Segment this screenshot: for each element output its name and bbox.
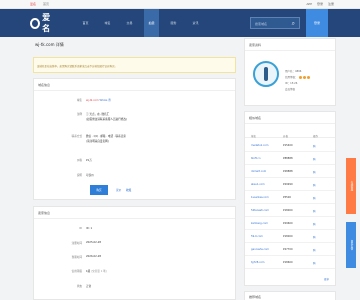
similar-domains-card: 相似域名 域名 价格 操作 medatu1.com ¥15400 购 tkoft.cn…	[244, 111, 336, 286]
buy-button[interactable]: 购买	[90, 185, 108, 195]
price-cell: ¥29600	[283, 222, 293, 225]
nav-menu: 首页 域名 交易 拍卖 服务 资讯	[78, 9, 210, 37]
login-button[interactable]: 登录	[306, 9, 328, 37]
online-service-button[interactable]: 在线客服	[346, 158, 356, 214]
contact-links[interactable]: 微信 · QQ · 邮箱 · 电话 · 联系卖家	[86, 134, 126, 138]
coin-icon	[298, 75, 302, 79]
nav-item[interactable]: 首页	[78, 9, 93, 37]
domain-cell[interactable]: tg728.com	[251, 261, 264, 264]
table-row[interactable]: aksu1.com ¥29999 购	[245, 179, 335, 191]
query-link[interactable]: 查	[108, 99, 111, 102]
seller-info-card: 卖家信息 ID ID: 1 注册时间 2025-02-28 到期时间 2026-…	[33, 206, 236, 300]
action-cell[interactable]: 购	[313, 170, 316, 174]
price-cell: ¥5500	[283, 196, 291, 199]
domain-name: wj-tk.com	[86, 99, 99, 102]
action-cell[interactable]: 购	[313, 209, 316, 213]
price-cell: ¥18000	[283, 209, 293, 212]
user-details: 用户名：4896 信用等级： ID：15:26 会员等级	[285, 69, 310, 93]
whois-link[interactable]: Whois	[100, 99, 108, 102]
coin-icon	[302, 75, 306, 79]
coin-icon	[306, 75, 310, 79]
top-bar: 爱名 首页 APP 登录 注册	[0, 0, 360, 9]
price-cell: ¥18600	[283, 261, 293, 264]
domain-cell[interactable]: dxmart.com	[251, 170, 266, 173]
action-cell[interactable]: 购	[313, 248, 316, 252]
action-cell[interactable]: 购	[313, 235, 316, 239]
price-cell: ¥18000	[283, 235, 293, 238]
table-header: 域名 价格 操作	[245, 130, 335, 138]
card-title: 卖家资料	[249, 43, 262, 47]
domain-cell[interactable]: medatu1.com	[251, 144, 268, 147]
search-placeholder: 搜索域名	[255, 22, 268, 26]
card-title: 推荐域名	[249, 295, 262, 299]
nav-item[interactable]: 资讯	[188, 9, 203, 37]
table-row[interactable]: 59-0.com ¥18000 购	[245, 231, 335, 243]
action-cell[interactable]: 购	[313, 261, 316, 265]
domain-info-card: 域名信息 域名 wj-tk.com Whois 查 注释 ⓘ 光点，在, 微名汇…	[33, 78, 236, 200]
logo-text: 爱名	[42, 13, 51, 33]
site-logo[interactable]: 爱名	[30, 13, 56, 33]
bargain-link[interactable]: 议价	[116, 188, 121, 192]
seller-profile-card: 卖家资料 用户名：4896 信用等级： ID：15:26 会员等级	[244, 38, 336, 106]
domain-cell[interactable]: 1userkaa.com	[251, 196, 269, 199]
action-cell[interactable]: 购	[313, 144, 316, 148]
domain-cell[interactable]: 52tanasti.com	[251, 209, 269, 212]
favorite-link[interactable]: 收藏	[126, 188, 131, 192]
table-row[interactable]: gancashs.com ¥27700 购	[245, 244, 335, 256]
search-input[interactable]: 搜索域名 ⌕	[250, 17, 300, 29]
price-value: ¥1万	[86, 159, 92, 162]
domain-cell[interactable]: tkoft.cn	[251, 157, 260, 160]
card-title: 卖家信息	[38, 211, 51, 215]
table-row[interactable]: medatu1.com ¥15400 购	[245, 140, 335, 152]
login-link[interactable]: 登录	[317, 2, 323, 6]
table-row[interactable]: tg728.com ¥18600 购	[245, 257, 335, 269]
nav-item[interactable]: 交易	[122, 9, 137, 37]
table-row[interactable]: 1userkaa.com ¥5500 购	[245, 192, 335, 204]
price-cell: ¥15400	[283, 144, 293, 147]
price-cell: ¥27700	[283, 248, 293, 251]
action-cell[interactable]: 购	[313, 157, 316, 161]
top-link-index[interactable]: 首页	[43, 2, 49, 6]
table-row[interactable]: tkoft.cn ¥88888 购	[245, 153, 335, 165]
register-link[interactable]: 注册	[328, 2, 334, 6]
table-row[interactable]: dxmart.com ¥28888 购	[245, 166, 335, 178]
action-cell[interactable]: 购	[313, 222, 316, 226]
domain-cell[interactable]: 59-0.com	[251, 235, 263, 238]
notice-text: 该域名正在出售中，如需购买请联系卖家或点击下方按钮进行议价购买。	[37, 65, 118, 68]
price-cell: ¥29999	[283, 183, 293, 186]
domain-cell[interactable]: kamlang.com	[251, 222, 268, 225]
price-cell: ¥88888	[283, 157, 293, 160]
action-cell[interactable]: 购	[313, 196, 316, 200]
domain-cell[interactable]: aksu1.com	[251, 183, 265, 186]
avatar	[253, 61, 279, 87]
card-title: 域名信息	[38, 83, 51, 87]
top-links: 爱名 首页	[30, 2, 55, 6]
breadcrumb: wj-tk.com 详情	[35, 42, 64, 47]
notice-banner: 该域名正在出售中，如需购买请联系卖家或点击下方按钮进行议价购买。	[33, 57, 236, 73]
domain-cell[interactable]: gancashs.com	[251, 248, 269, 251]
nav-item[interactable]: 域名	[100, 9, 115, 37]
recommend-card: 推荐域名	[244, 291, 336, 300]
table-row[interactable]: 52tanasti.com ¥18000 购	[245, 205, 335, 217]
top-link-home[interactable]: 爱名	[30, 2, 36, 6]
logo-icon	[30, 17, 41, 29]
feedback-button[interactable]: 意见反馈	[346, 222, 356, 268]
more-link[interactable]: 更多	[324, 277, 329, 281]
table-row[interactable]: kamlang.com ¥29600 购	[245, 218, 335, 230]
price-cell: ¥28888	[283, 170, 293, 173]
action-cell[interactable]: 购	[313, 183, 316, 187]
nav-item-active[interactable]: 拍卖	[144, 9, 159, 37]
card-title: 相似域名	[249, 116, 262, 120]
search-icon[interactable]: ⌕	[292, 20, 295, 28]
app-link[interactable]: APP	[306, 2, 312, 6]
top-right-links: APP 登录 注册	[302, 2, 334, 6]
nav-item[interactable]: 服务	[166, 9, 181, 37]
